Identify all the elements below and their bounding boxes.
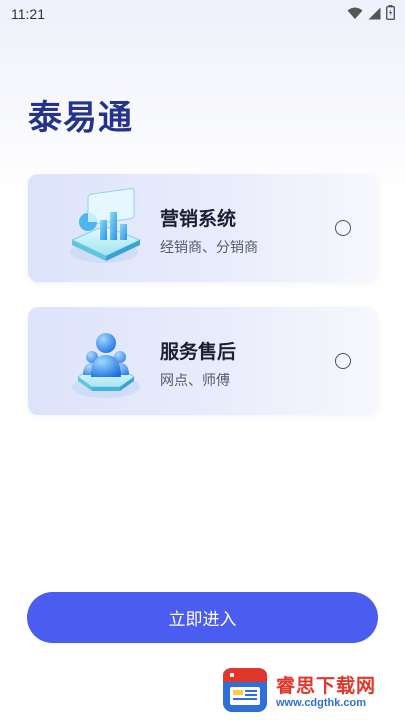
status-bar: 11:21 (0, 0, 405, 28)
watermark: 睿思下载网 www.cdgthk.com (220, 664, 405, 720)
battery-icon (385, 4, 395, 24)
analytics-dashboard-illustration (64, 186, 148, 270)
role-card-marketing[interactable]: 营销系统 经销商、分销商 (28, 174, 378, 282)
card-title: 服务售后 (160, 341, 237, 363)
role-card-after-sales[interactable]: 服务售后 网点、师傅 (28, 307, 378, 415)
status-time: 11:21 (11, 6, 45, 22)
cell-signal-icon (368, 5, 381, 24)
status-icons (347, 4, 395, 24)
wifi-icon (347, 5, 363, 24)
radio-marketing[interactable] (335, 220, 351, 236)
user-service-illustration (64, 319, 148, 403)
app-title: 泰易通 (28, 98, 133, 138)
site-logo-icon (220, 665, 270, 719)
radio-after-sales[interactable] (335, 353, 351, 369)
enter-button[interactable]: 立即进入 (27, 592, 378, 643)
card-subtitle: 网点、师傅 (160, 373, 230, 389)
card-text: 服务售后 网点、师傅 (160, 337, 236, 390)
card-subtitle: 经销商、分销商 (160, 240, 258, 256)
card-text: 营销系统 经销商、分销商 (160, 204, 258, 257)
watermark-name: 睿思下载网 (276, 675, 377, 697)
card-title: 营销系统 (160, 208, 237, 230)
watermark-text: 睿思下载网 www.cdgthk.com (276, 675, 376, 709)
watermark-url: www.cdgthk.com (276, 697, 367, 709)
